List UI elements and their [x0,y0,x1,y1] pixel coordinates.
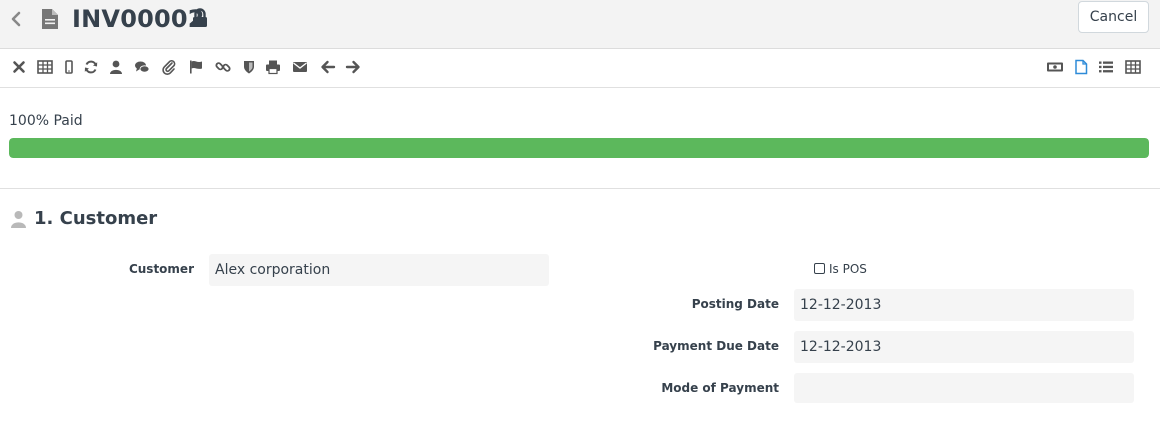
lock-icon [191,8,209,28]
page-title: INV00002 [72,5,205,33]
form-toolbar [0,49,1160,88]
list-icon[interactable] [1098,59,1114,75]
file-icon [41,8,59,30]
mode-of-payment-label: Mode of Payment [661,381,779,395]
mobile-icon[interactable] [61,59,77,75]
mode-of-payment-field[interactable] [794,373,1134,403]
link-icon[interactable] [215,59,231,75]
section-divider [0,188,1160,189]
posting-date-label: Posting Date [691,297,779,311]
payment-status-label: 100% Paid [9,113,83,129]
customer-field[interactable]: Alex corporation [209,254,549,286]
is-pos-label: Is POS [829,262,867,276]
payment-progress-fill [9,138,1149,158]
arrow-right-icon[interactable] [345,59,361,75]
print-icon[interactable] [265,59,281,75]
grid-icon[interactable] [1125,59,1141,75]
is-pos-checkbox[interactable] [814,263,825,274]
page-header: INV00002 Cancel [0,0,1160,49]
refresh-icon[interactable] [83,59,99,75]
cancel-button[interactable]: Cancel [1078,1,1149,33]
user-icon[interactable] [108,59,124,75]
chevron-left-icon[interactable] [7,10,25,28]
payment-due-date-label: Payment Due Date [653,339,779,353]
close-icon[interactable] [11,59,27,75]
paperclip-icon[interactable] [161,59,177,75]
money-icon[interactable] [1046,59,1064,75]
flag-icon[interactable] [188,59,204,75]
file-outline-icon[interactable] [1073,59,1089,75]
posting-date-field[interactable]: 12-12-2013 [794,289,1134,321]
section-title: 1. Customer [34,208,158,229]
comments-icon[interactable] [134,59,150,75]
shield-icon[interactable] [241,59,257,75]
customer-label: Customer [128,262,194,276]
payment-progress-bar [9,138,1149,158]
table-icon[interactable] [37,59,53,75]
envelope-icon[interactable] [292,59,308,75]
user-icon [10,210,27,228]
arrow-left-icon[interactable] [320,59,336,75]
payment-due-date-field[interactable]: 12-12-2013 [794,331,1134,363]
